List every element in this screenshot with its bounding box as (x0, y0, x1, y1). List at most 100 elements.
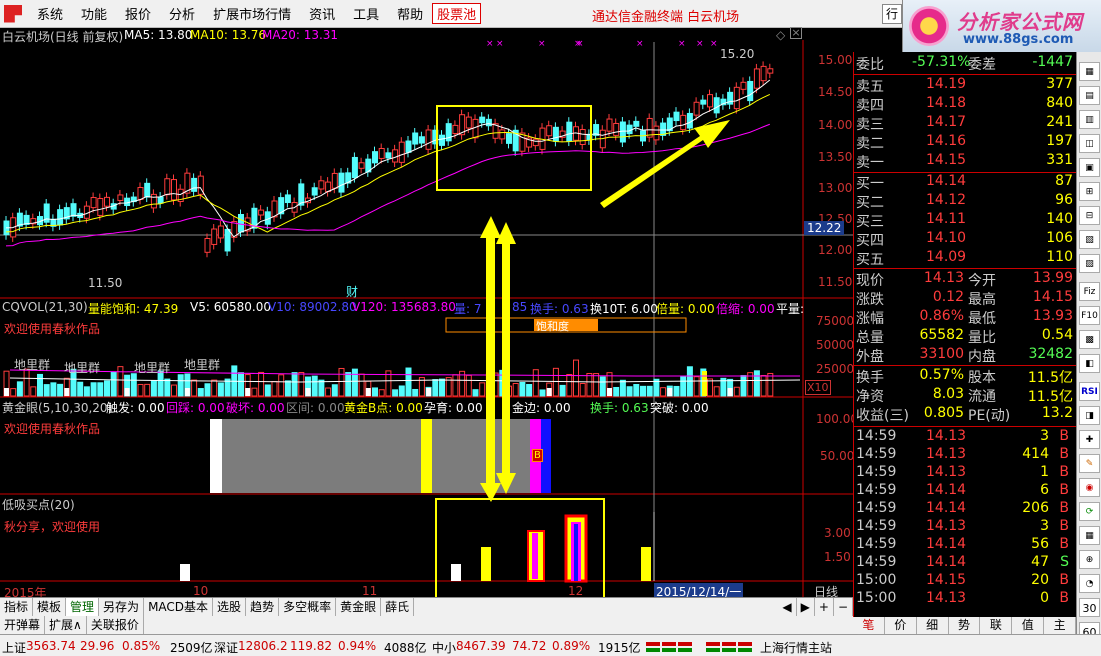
tool-button[interactable]: ◉ (1079, 478, 1100, 497)
tool-button[interactable]: ✚ (1079, 430, 1100, 449)
candle-body (485, 118, 492, 127)
refresh-icon[interactable]: ⟳ (1079, 502, 1100, 521)
stat-value: 14.13 (923, 270, 964, 286)
tab-manage[interactable]: 管理 (66, 597, 100, 617)
candle-body (425, 129, 432, 150)
tool-button[interactable]: ◔ (1079, 574, 1100, 593)
tick-price: 14.15 (926, 572, 967, 588)
rtab-value[interactable]: 值 (1012, 617, 1045, 634)
stat-row: 收益(三) 0.805 PE(动) 13.2 (854, 405, 1077, 424)
menu-extended-market[interactable]: 扩展市场行情 (204, 4, 300, 23)
tool-button[interactable]: ◨ (1079, 406, 1100, 425)
zoom-in-icon[interactable]: + (815, 597, 834, 617)
diamond-icon[interactable]: ◇ (776, 28, 785, 42)
tab-long-short[interactable]: 多空概率 (279, 597, 337, 617)
tool-button[interactable]: ▥ (1079, 110, 1100, 129)
zoom-out-icon[interactable]: − (834, 597, 853, 617)
menu-analysis[interactable]: 分析 (160, 4, 204, 23)
vol-scale-badge: X10 (805, 380, 831, 395)
tick-side: B (1059, 518, 1069, 534)
sz-index-label[interactable]: 深证 (214, 639, 238, 656)
volume-bar (398, 385, 405, 397)
candle-body (700, 99, 707, 105)
tab-template[interactable]: 模板 (33, 597, 67, 617)
volume-bar (753, 370, 760, 397)
tab-indicator[interactable]: 指标 (0, 597, 34, 617)
menu-stock-pool[interactable]: 股票池 (432, 3, 482, 24)
tick-volume: 3 (1040, 428, 1049, 444)
signal-star-mark: × (710, 39, 718, 49)
zx-index-label[interactable]: 中小 (432, 639, 456, 656)
menu-system[interactable]: 系统 (28, 4, 72, 23)
rtab-trend[interactable]: 势 (949, 617, 981, 634)
tool-button[interactable]: ▨ (1079, 254, 1100, 273)
close-icon[interactable]: × (790, 27, 802, 39)
volume-small-bar (64, 388, 70, 396)
ask-price: 14.16 (926, 133, 967, 149)
dixi-axis-label: 3.00 (824, 526, 851, 540)
tick-price: 14.13 (926, 464, 967, 480)
volume-bar (291, 372, 298, 397)
signal-star-mark: × (486, 39, 494, 49)
vol-v5: V5: 60580.00 (190, 300, 271, 314)
volume-bar (110, 371, 117, 397)
tool-button[interactable]: ▤ (1079, 86, 1100, 105)
rtab-detail[interactable]: 细 (917, 617, 949, 634)
rtab-price[interactable]: 价 (885, 617, 917, 634)
ask-label: 卖三 (856, 117, 884, 133)
stat-value: 65582 (919, 327, 964, 343)
volume-bar (10, 388, 17, 397)
scroll-left-icon[interactable]: ◀ (778, 597, 797, 617)
chart-title: 白云机场(日线 前复权) (2, 30, 124, 44)
menu-tools[interactable]: 工具 (344, 4, 388, 23)
gold-indicator-name[interactable]: 黄金眼(5,10,30,20) (2, 399, 112, 416)
tick-side: B (1059, 590, 1069, 606)
tool-rsi-button[interactable]: RSI (1079, 382, 1100, 401)
ask-label: 卖四 (856, 98, 884, 114)
rtab-main[interactable]: 主 (1044, 617, 1077, 634)
tool-f10-button[interactable]: F10 (1079, 306, 1100, 325)
zx-index-amount: 1915亿 (598, 641, 641, 655)
tab-stock-select[interactable]: 选股 (213, 597, 247, 617)
tab-extend[interactable]: 扩展∧ (45, 615, 87, 635)
menu-news[interactable]: 资讯 (300, 4, 344, 23)
pencil-icon[interactable]: ✎ (1079, 454, 1100, 473)
menu-right-button[interactable]: 行 (882, 4, 902, 24)
gold-huicai: 回踩: 0.00 (166, 401, 225, 415)
tool-button[interactable]: ⊕ (1079, 550, 1100, 569)
tool-button[interactable]: ▦ (1079, 62, 1100, 81)
tool-button[interactable]: ⊟ (1079, 206, 1100, 225)
tool-30-button[interactable]: 30 (1079, 598, 1100, 617)
tab-related-quote[interactable]: 关联报价 (87, 615, 144, 635)
tab-save-as[interactable]: 另存为 (99, 597, 145, 617)
tab-gold-eye[interactable]: 黄金眼 (336, 597, 382, 617)
rtab-bi[interactable]: 笔 (853, 617, 885, 634)
tool-button[interactable]: ▣ (1079, 158, 1100, 177)
vol-indicator-name[interactable]: CQVOL(21,30) (2, 300, 88, 314)
scroll-right-icon[interactable]: ▶ (797, 597, 815, 617)
rtab-link[interactable]: 联 (980, 617, 1013, 634)
menu-function[interactable]: 功能 (72, 4, 116, 23)
kline-chart-area[interactable]: × × × × × × × × × 白云机场(日线 前复权) MA5: 13.80 MA10: … (0, 27, 858, 600)
menu-quote[interactable]: 报价 (116, 4, 160, 23)
server-label[interactable]: 上海行情主站 (760, 639, 832, 656)
tool-button[interactable]: ◧ (1079, 354, 1100, 373)
tab-xue[interactable]: 薛氏 (381, 597, 415, 617)
tool-button[interactable]: ◫ (1079, 134, 1100, 153)
volume-bar (16, 381, 23, 397)
tool-button[interactable]: ▩ (1079, 330, 1100, 349)
tab-macd[interactable]: MACD基本 (144, 597, 214, 617)
sh-index-label[interactable]: 上证 (2, 639, 26, 656)
tool-button[interactable]: ▦ (1079, 526, 1100, 545)
dixi-indicator-name[interactable]: 低吸买点(20) (2, 496, 75, 513)
volume-bar (693, 376, 700, 397)
logo-url: www.88gs.com (963, 32, 1074, 47)
candle-body (385, 152, 392, 159)
tool-button[interactable]: ▧ (1079, 230, 1100, 249)
tab-danmaku[interactable]: 开弹幕 (0, 615, 46, 635)
tool-button[interactable]: ⊞ (1079, 182, 1100, 201)
menu-help[interactable]: 帮助 (388, 4, 432, 23)
finance-mark[interactable]: 财 (346, 283, 358, 300)
tool-fiz-button[interactable]: Fiz (1079, 282, 1100, 301)
tab-trend[interactable]: 趋势 (246, 597, 280, 617)
